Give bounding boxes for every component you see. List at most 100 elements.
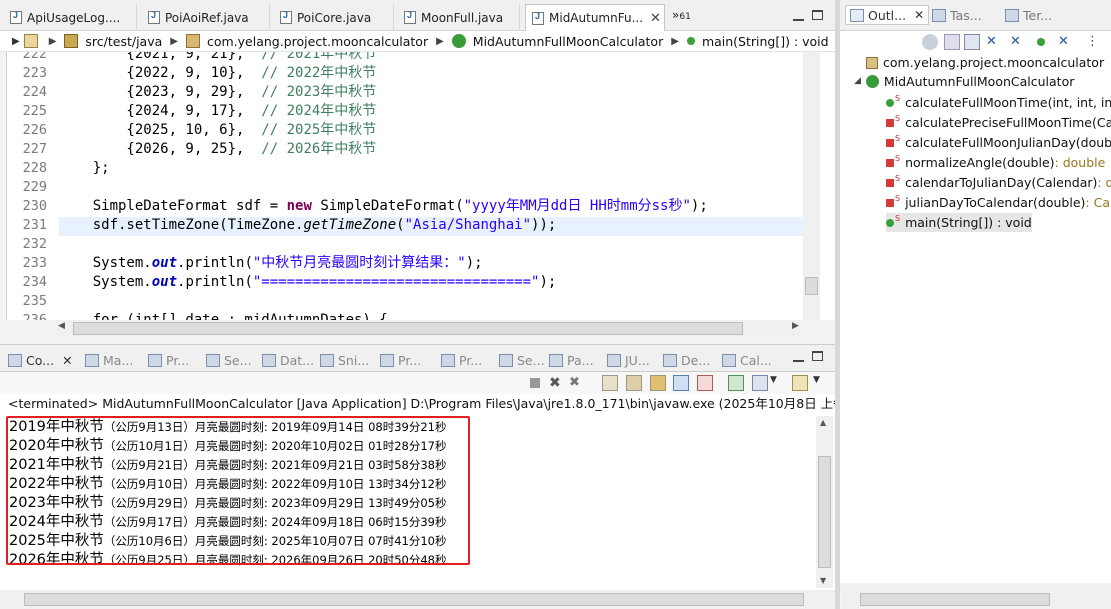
clear-console-icon[interactable]	[602, 375, 618, 391]
scroll-left-icon[interactable]: ◀	[58, 321, 65, 331]
code-token: ));	[531, 217, 557, 233]
tab-outline[interactable]: Outl... ✕	[845, 5, 930, 25]
editor-tab[interactable]: MoonFull.java	[398, 4, 520, 31]
remove-launch-icon[interactable]: ✖	[549, 375, 565, 391]
scrollbar-thumb[interactable]	[805, 277, 818, 295]
link-editor-icon[interactable]: ✕	[1058, 34, 1074, 50]
console-view-tab[interactable]: Dat...	[262, 350, 314, 370]
console-view-tab[interactable]: JU...	[607, 350, 650, 370]
code-editor[interactable]: 222 {2021, 9, 21}, // 2021年中秋节 223 {2022,…	[6, 52, 835, 320]
static-marker-icon: S	[895, 214, 901, 223]
breadcrumb-package[interactable]: com.yelang.project.mooncalculator	[207, 34, 428, 49]
breadcrumb-method[interactable]: main(String[]) : void	[702, 34, 829, 49]
editor-vertical-scrollbar[interactable]	[803, 52, 820, 320]
code-token: sdf.setTimeZone(TimeZone.	[59, 217, 304, 233]
console-view-tab[interactable]: Pr...	[441, 350, 482, 370]
console-view-tab[interactable]: Pr...	[148, 350, 189, 370]
chevron-right-icon: ▶	[671, 35, 679, 47]
minimize-button[interactable]	[793, 352, 804, 362]
hide-fields-icon[interactable]	[964, 34, 980, 50]
console-view-tab[interactable]: De...	[663, 350, 710, 370]
tree-method[interactable]: Smain(String[]) : void	[886, 213, 1032, 232]
word-wrap-icon[interactable]	[650, 375, 666, 391]
minimize-button[interactable]	[793, 11, 804, 21]
hide-static-icon[interactable]: ✕	[986, 34, 1002, 50]
tree-class[interactable]: ◢ MidAutumnFullMoonCalculator	[854, 72, 1074, 91]
method-label: julianDayToCalendar(double)	[905, 195, 1086, 210]
tree-method[interactable]: ScalendarToJulianDay(Calendar) : d	[886, 173, 1111, 192]
open-console-icon[interactable]	[792, 375, 808, 391]
outline-horizontal-scrollbar[interactable]	[842, 590, 1111, 609]
close-tab-icon[interactable]: ✕	[62, 353, 72, 368]
tab-terminal[interactable]: Ter...	[1005, 5, 1052, 25]
scroll-right-icon[interactable]: ▶	[792, 321, 799, 331]
scroll-lock-icon[interactable]	[626, 375, 642, 391]
editor-tab[interactable]: PoiCore.java	[274, 4, 394, 31]
code-token: {2025, 10, 6},	[59, 122, 262, 138]
hide-local-types-icon[interactable]	[1037, 38, 1045, 46]
console-horizontal-scrollbar[interactable]	[0, 590, 835, 609]
console-view-tab[interactable]: Se...	[206, 350, 252, 370]
code-token: =	[261, 198, 287, 214]
breadcrumb-class[interactable]: MidAutumnFullMoonCalculator	[473, 34, 663, 49]
editor-horizontal-scrollbar[interactable]	[55, 320, 800, 337]
tab-label: PoiAoiRef.java	[165, 10, 249, 25]
chevron-down-icon[interactable]: ▼	[813, 375, 829, 391]
console-vertical-scrollbar[interactable]: ▲ ▼	[816, 416, 833, 588]
editor-tab[interactable]: ApiUsageLog....	[4, 4, 137, 31]
view-icon	[8, 353, 22, 367]
show-console-stdout-icon[interactable]	[673, 375, 689, 391]
tree-method[interactable]: SnormalizeAngle(double) : double	[886, 153, 1105, 172]
console-view-tab[interactable]: Pr...	[380, 350, 421, 370]
sort-icon[interactable]	[944, 34, 960, 50]
tree-method[interactable]: ScalculateFullMoonTime(int, int, int)	[886, 93, 1111, 112]
console-view-tab[interactable]: Sni...	[320, 350, 369, 370]
more-vertical-icon[interactable]: ⋮	[1086, 34, 1102, 50]
show-console-stderr-icon[interactable]	[697, 375, 713, 391]
tree-method[interactable]: ScalculateFullMoonJulianDay(double	[886, 133, 1111, 152]
editor-tab[interactable]: PoiAoiRef.java	[142, 4, 270, 31]
source-folder-icon	[64, 34, 79, 48]
scrollbar-thumb[interactable]	[24, 593, 804, 606]
tree-method[interactable]: SjulianDayToCalendar(double) : Cal	[886, 193, 1111, 212]
console-view-tab[interactable]: Pa...	[549, 350, 594, 370]
maximize-button[interactable]	[812, 351, 823, 361]
console-view-tab[interactable]: Se...	[499, 350, 545, 370]
scrollbar-thumb[interactable]	[818, 456, 831, 568]
line-number: 229	[22, 179, 47, 195]
hide-nonpublic-icon[interactable]: ✕	[1010, 34, 1026, 50]
collapse-all-icon[interactable]	[922, 34, 938, 50]
terminate-icon[interactable]	[530, 378, 540, 388]
console-view-tab[interactable]: Co... ✕	[8, 350, 73, 370]
tree-package[interactable]: com.yelang.project.mooncalculator	[866, 53, 1104, 72]
breadcrumb-src[interactable]: src/test/java	[85, 34, 162, 49]
tree-method[interactable]: ScalculatePreciseFullMoonTime(Cale	[886, 113, 1111, 132]
static-marker-icon: S	[895, 134, 901, 143]
pin-console-icon[interactable]	[728, 375, 744, 391]
scrollbar-thumb[interactable]	[73, 322, 743, 335]
editor-tab-active[interactable]: MidAutumnFu... ✕	[525, 4, 665, 31]
console-view-tab[interactable]: Cal...	[722, 350, 772, 370]
scrollbar-thumb[interactable]	[860, 593, 1050, 606]
tab-label: Dat...	[280, 352, 315, 368]
view-icon	[320, 353, 334, 367]
maximize-button[interactable]	[812, 10, 823, 20]
project-icon[interactable]	[23, 34, 38, 48]
tab-label: Co...	[26, 352, 55, 368]
tab-overflow-button[interactable]: »61	[672, 8, 691, 22]
chevron-down-icon[interactable]: ◢	[854, 72, 861, 91]
code-token: "中秋节月亮最圆时刻计算结果："	[252, 255, 466, 271]
close-tab-icon[interactable]: ✕	[914, 8, 924, 22]
chevron-down-icon[interactable]: ▼	[770, 375, 786, 391]
close-tab-icon[interactable]: ✕	[650, 11, 661, 26]
remove-all-icon[interactable]: ✖	[569, 375, 585, 391]
code-token: .println(	[177, 255, 253, 271]
chevron-down-icon[interactable]: ▼	[820, 576, 826, 585]
console-toolbar: ✖ ✖ ▼ ▼	[0, 372, 835, 394]
chevron-right-icon: ▶	[436, 35, 444, 47]
console-view-tab[interactable]: Ma...	[85, 350, 133, 370]
display-console-icon[interactable]	[752, 375, 768, 391]
tab-tasks[interactable]: Tas...	[932, 5, 982, 25]
view-icon	[206, 353, 220, 367]
chevron-up-icon[interactable]: ▲	[820, 418, 826, 427]
